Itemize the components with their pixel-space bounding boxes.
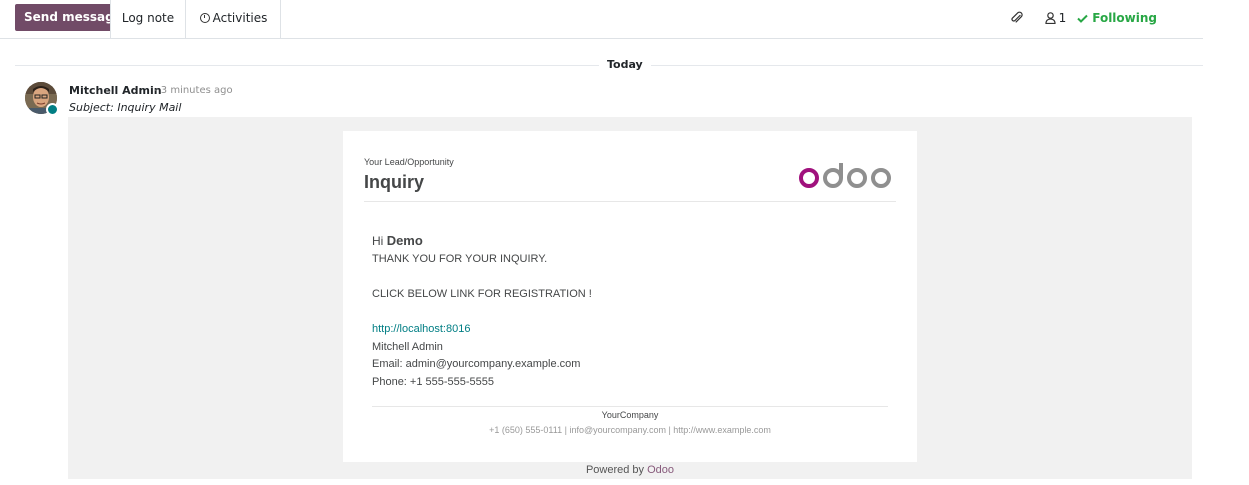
footer-divider (372, 406, 888, 407)
chatter-tools: 1 Following (1007, 0, 1157, 36)
header-divider (364, 201, 896, 202)
company-name: YourCompany (601, 410, 659, 420)
paperclip-icon[interactable] (1007, 8, 1027, 28)
signature-email: Email: admin@yourcompany.example.com (372, 358, 581, 370)
chatter-topbar: Send message Log note Activities 1 Follo… (0, 0, 1203, 39)
powered-prefix: Powered by (585, 464, 645, 476)
signature-name: Mitchell Admin (372, 341, 443, 353)
follower-count: 1 (1058, 11, 1067, 25)
powered-by: Powered by Odoo (68, 464, 1192, 476)
message-time: - 3 minutes ago (154, 85, 233, 96)
user-icon (1044, 12, 1056, 24)
online-status-dot (46, 103, 59, 116)
email-eyebrow: Your Lead/Opportunity (364, 157, 454, 167)
message-subject: Subject: Inquiry Mail (69, 101, 182, 114)
date-label: Today (599, 58, 651, 71)
thank-you-line: THANK YOU FOR YOUR INQUIRY. (372, 253, 548, 265)
signature-phone: Phone: +1 555-555-5555 (372, 376, 495, 388)
greeting-name: Demo (386, 233, 423, 248)
registration-link[interactable]: http://localhost:8016 (372, 323, 470, 335)
odoo-logo (799, 163, 891, 188)
date-separator: Today (15, 55, 1203, 75)
registration-line: CLICK BELOW LINK FOR REGISTRATION ! (372, 288, 592, 300)
greeting-prefix: Hi (372, 234, 384, 248)
greeting: Hi Demo (372, 233, 423, 248)
company-contact: +1 (650) 555-0111 | info@yourcompany.com… (489, 425, 771, 435)
email-card: Your Lead/Opportunity Inquiry Hi Demo TH… (343, 131, 917, 462)
following-label: Following (1092, 11, 1157, 25)
log-note-tab[interactable]: Log note (110, 0, 186, 38)
following-button[interactable]: Following (1077, 11, 1157, 25)
email-headline: Inquiry (364, 172, 425, 192)
clock-icon (199, 12, 210, 23)
activities-tab[interactable]: Activities (187, 0, 281, 38)
check-icon (1077, 14, 1088, 23)
activities-label: Activities (212, 11, 268, 25)
odoo-link[interactable]: Odoo (647, 464, 674, 476)
message-author[interactable]: Mitchell Admin (69, 84, 162, 97)
followers-button[interactable]: 1 (1044, 11, 1067, 25)
